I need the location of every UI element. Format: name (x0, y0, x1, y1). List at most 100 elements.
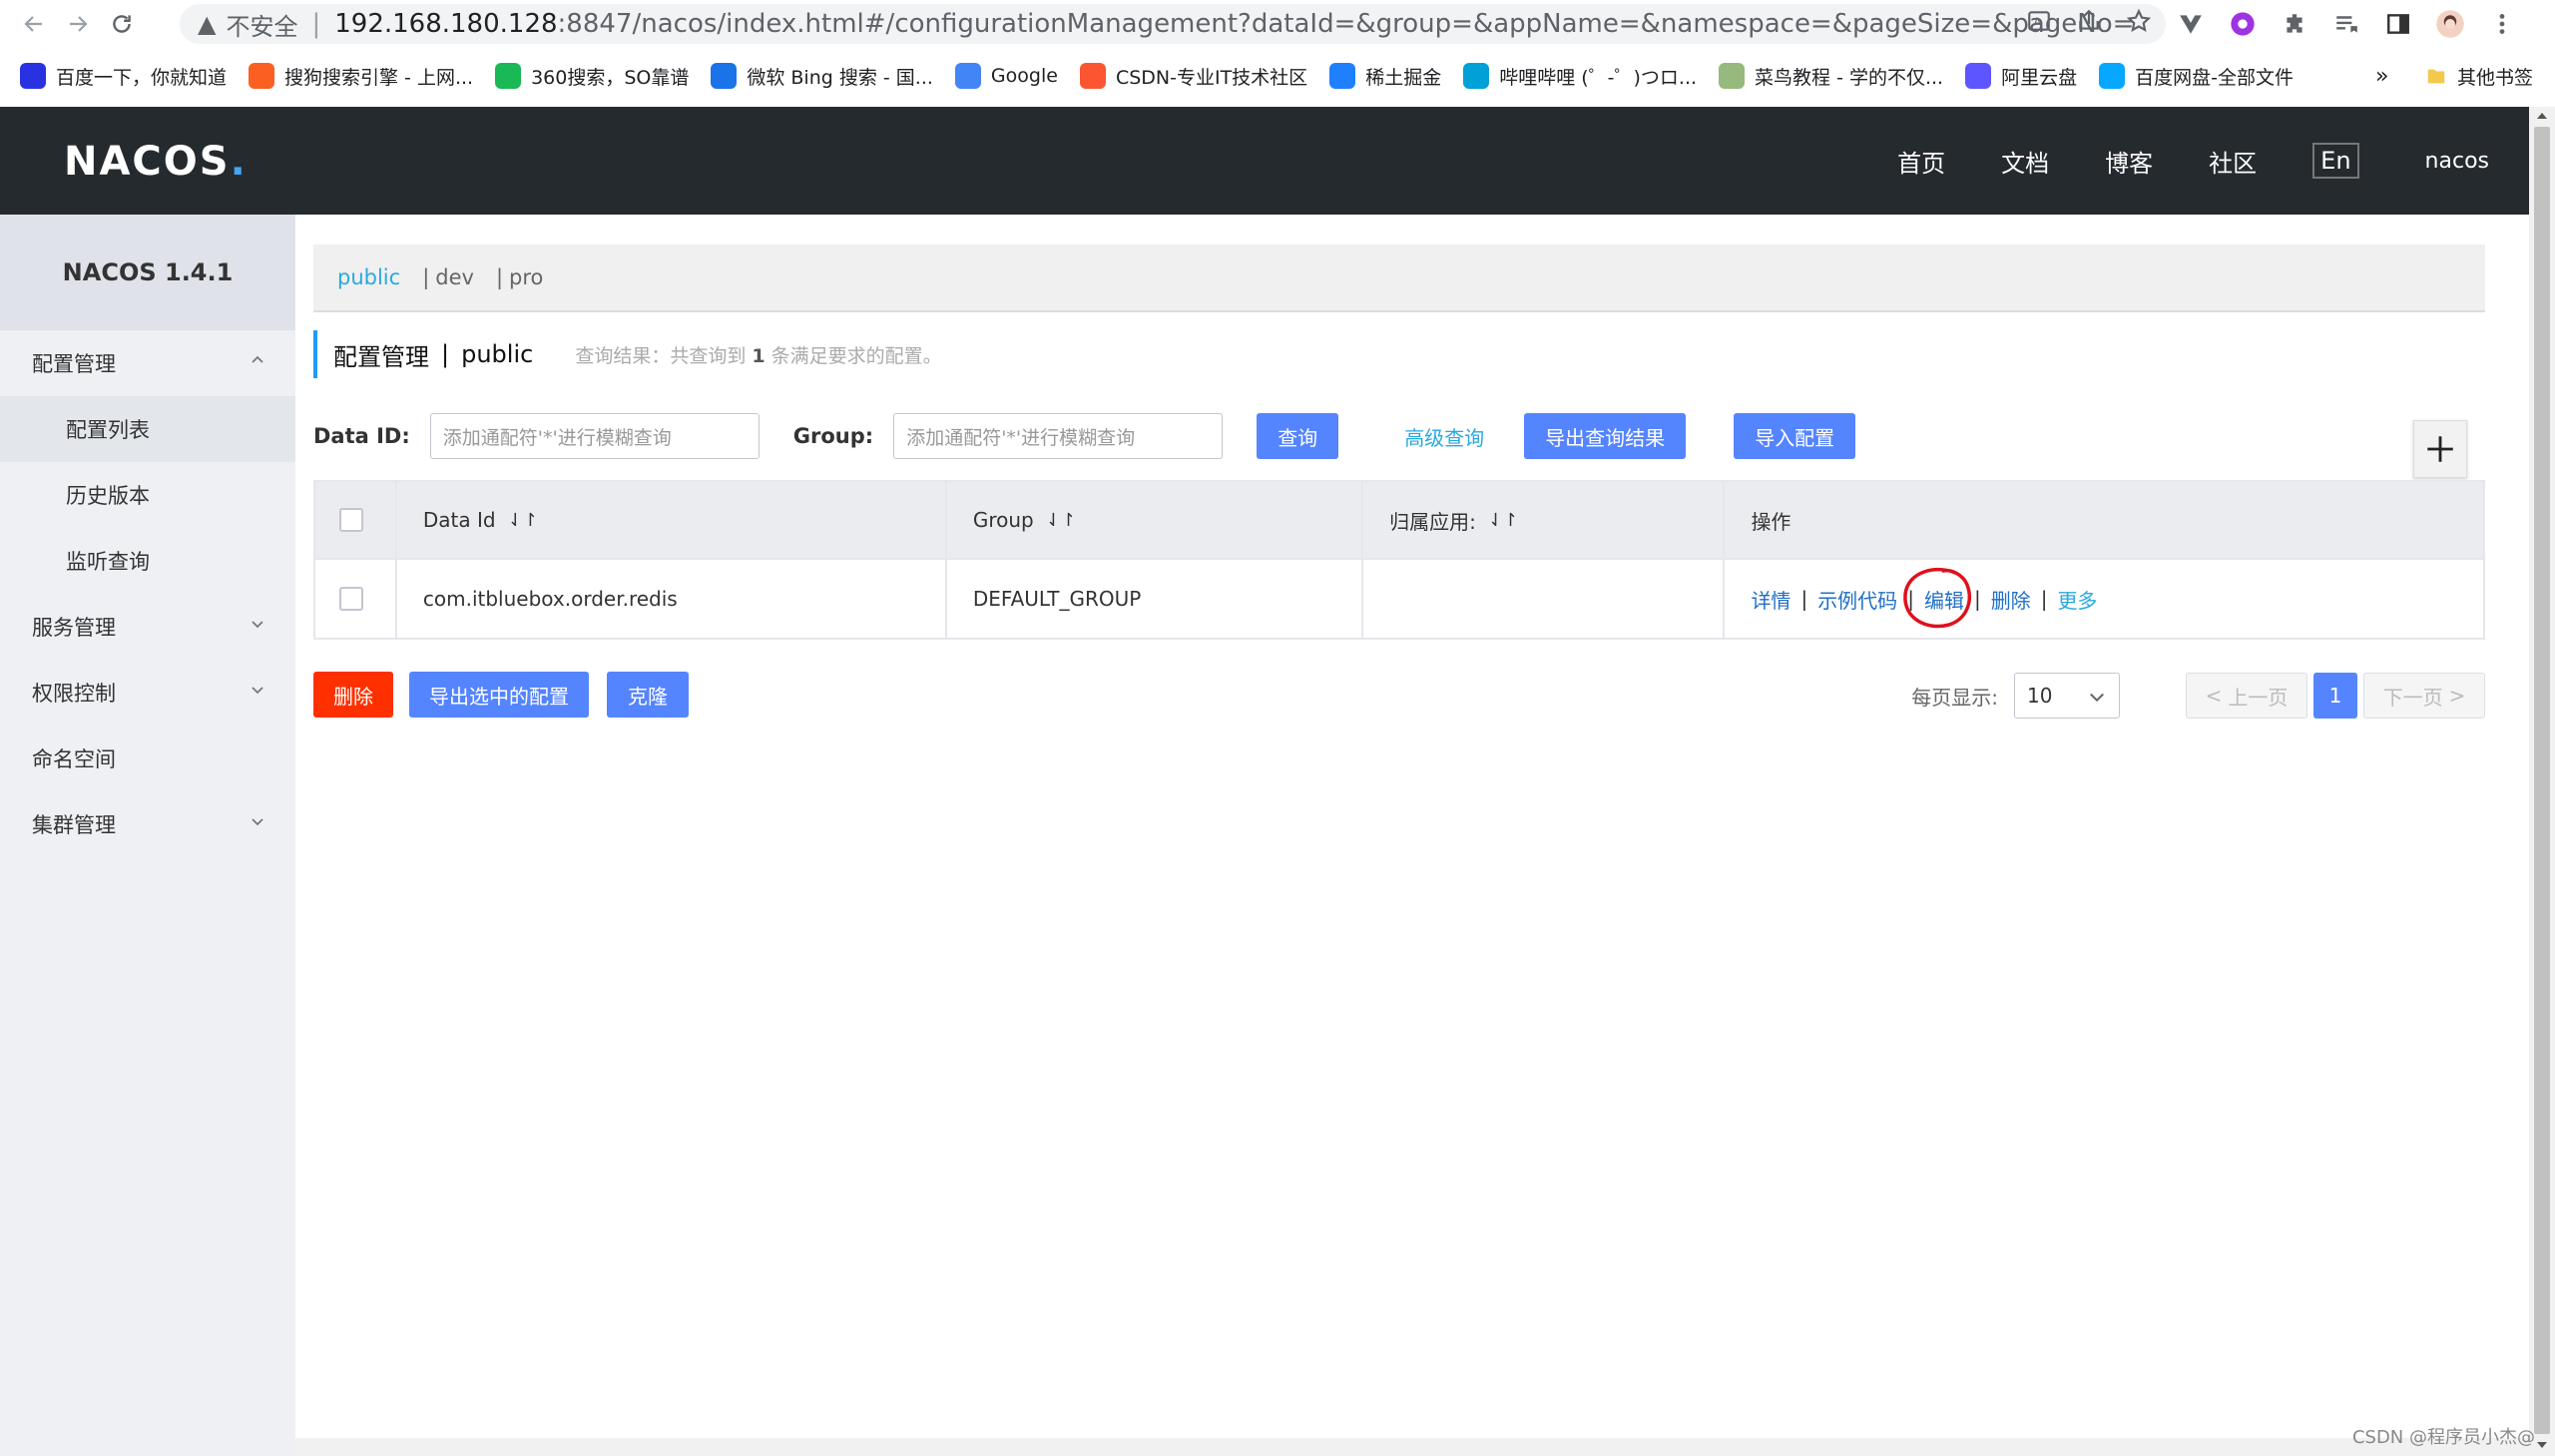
query-button[interactable]: 查询 (1257, 413, 1339, 459)
group-label: Group: (792, 424, 874, 448)
sort-icon[interactable]: ⇃↾ (1046, 510, 1076, 531)
csdn-icon (1079, 63, 1106, 89)
bookmark-item[interactable]: 微软 Bing 搜索 - 国... (711, 63, 933, 90)
clone-button[interactable]: 克隆 (607, 672, 689, 718)
nav-community[interactable]: 社区 (2209, 144, 2257, 179)
chevron-left-icon: < (2205, 684, 2223, 708)
next-page-button[interactable]: 下一页 > (2363, 673, 2485, 719)
main-content: public | dev | pro 配置管理 | public 查询结果：共查询到… (313, 244, 2485, 719)
group-input[interactable]: 添加通配符'*'进行模糊查询 (893, 413, 1224, 459)
vertical-scrollbar[interactable] (2529, 107, 2555, 1456)
baidu-icon (20, 63, 46, 89)
sort-icon[interactable]: ⇃↾ (508, 510, 538, 531)
config-table: Data Id ⇃↾ Group ⇃↾ 归属应用: ⇃↾ 操作 com.itblueb… (313, 480, 2485, 640)
url-text: 192.168.180.128:8847/nacos/index.html#/c… (334, 9, 2135, 39)
arrow-left-icon (24, 16, 42, 32)
page-size-select[interactable]: 10 (2014, 673, 2120, 719)
juejin-icon (1329, 63, 1356, 89)
plus-icon (2427, 436, 2453, 462)
side-panel-icon[interactable] (2383, 9, 2413, 39)
sidebar-item-namespace[interactable]: 命名空间 (0, 726, 295, 791)
namespace-tab-pro[interactable]: | pro (496, 265, 543, 289)
chevron-down-icon (2090, 693, 2104, 703)
bookmark-item[interactable]: 菜鸟教程 - 学的不仅... (1719, 63, 1943, 90)
table-header: Data Id ⇃↾ Group ⇃↾ 归属应用: ⇃↾ 操作 (315, 482, 2483, 560)
export-selected-button[interactable]: 导出选中的配置 (409, 672, 589, 718)
add-config-button[interactable] (2413, 420, 2467, 478)
sort-icon[interactable]: ⇃↾ (1488, 510, 1518, 531)
other-bookmarks-folder[interactable]: 其他书签 (2425, 52, 2533, 100)
horizontal-scrollbar[interactable] (295, 1438, 2529, 1456)
namespace-tab-dev[interactable]: | dev (422, 265, 474, 289)
bookmarks-bar: 百度一下，你就知道 搜狗搜索引擎 - 上网... 360搜索，SO靠谱 微软 Bing… (0, 52, 2555, 100)
runoob-icon (1719, 63, 1746, 89)
delete-selected-button[interactable]: 删除 (313, 672, 393, 718)
back-button[interactable] (14, 4, 54, 44)
sidebar-title: NACOS 1.4.1 (0, 215, 295, 330)
select-all-checkbox[interactable] (339, 508, 363, 532)
nav-home[interactable]: 首页 (1897, 144, 1945, 179)
bookmark-item[interactable]: 搜狗搜索引擎 - 上网... (249, 63, 473, 90)
translate-icon[interactable]: A (2026, 8, 2052, 34)
page-number-current[interactable]: 1 (2313, 673, 2357, 719)
menu-dots-icon[interactable] (2487, 9, 2517, 39)
browser-toolbar: ▲ 不安全 | 192.168.180.128:8847/nacos/index… (0, 0, 2555, 48)
bookmark-item[interactable]: 360搜索，SO靠谱 (495, 63, 689, 90)
table-footer: 删除 导出选中的配置 克隆 每页显示: 10 < 上一页 1 下一页 > (313, 672, 2485, 720)
user-menu[interactable]: nacos (2425, 149, 2489, 174)
export-result-button[interactable]: 导出查询结果 (1524, 413, 1687, 459)
sidebar-item-config-list[interactable]: 配置列表 (0, 396, 295, 462)
puzzle-icon[interactable] (2280, 9, 2309, 39)
sidebar-item-history[interactable]: 历史版本 (0, 462, 295, 528)
star-icon[interactable] (2126, 8, 2152, 34)
chevron-right-icon: > (2448, 684, 2466, 708)
bookmark-item[interactable]: 百度网盘-全部文件 (2099, 63, 2294, 90)
column-header-app[interactable]: 归属应用: ⇃↾ (1363, 482, 1726, 558)
google-icon (954, 63, 981, 89)
namespace-tab-public[interactable]: public (337, 265, 400, 289)
sidebar-group-cluster[interactable]: 集群管理 (0, 791, 295, 857)
column-header-group[interactable]: Group ⇃↾ (947, 482, 1364, 558)
insecure-label: 不安全 (226, 12, 298, 41)
sidebar-group-config[interactable]: 配置管理 (0, 330, 295, 396)
bookmark-item[interactable]: 阿里云盘 (1965, 63, 2077, 90)
more-link[interactable]: 更多 (2057, 585, 2097, 614)
sidebar-group-auth[interactable]: 权限控制 (0, 660, 295, 726)
row-checkbox[interactable] (339, 587, 363, 611)
nav-docs[interactable]: 文档 (2001, 144, 2049, 179)
sidebar-item-listener[interactable]: 监听查询 (0, 528, 295, 594)
extension-purple-icon[interactable] (2228, 9, 2258, 39)
forward-button[interactable] (58, 4, 98, 44)
import-config-button[interactable]: 导入配置 (1734, 413, 1856, 459)
avatar[interactable] (2435, 9, 2465, 39)
address-bar[interactable]: ▲ 不安全 | 192.168.180.128:8847/nacos/index… (180, 4, 2166, 44)
cell-dataid: com.itbluebox.order.redis (397, 560, 947, 638)
cell-app (1363, 560, 1726, 638)
aliyun-drive-icon (1965, 63, 1992, 89)
bookmark-item[interactable]: 哔哩哔哩 (゜-゜)つロ... (1463, 63, 1697, 90)
advanced-query-link[interactable]: 高级查询 (1404, 422, 1484, 451)
more-bookmarks-button[interactable]: » (2375, 52, 2388, 100)
bookmark-item[interactable]: CSDN-专业IT技术社区 (1079, 63, 1307, 90)
column-header-dataid[interactable]: Data Id ⇃↾ (397, 482, 947, 558)
bookmark-item[interactable]: 百度一下，你就知道 (20, 63, 227, 90)
dataid-input[interactable]: 添加通配符'*'进行模糊查询 (429, 413, 760, 459)
chevron-down-icon (252, 621, 263, 629)
sidebar-group-service[interactable]: 服务管理 (0, 594, 295, 660)
sample-code-link[interactable]: 示例代码 (1817, 585, 1897, 614)
delete-link[interactable]: 删除 (1991, 585, 2031, 614)
reload-button[interactable] (102, 4, 142, 44)
bookmark-item[interactable]: 稀土掘金 (1329, 63, 1441, 90)
nav-blog[interactable]: 博客 (2105, 144, 2153, 179)
nacos-logo[interactable]: NACOS. (64, 139, 248, 185)
prev-page-button[interactable]: < 上一页 (2186, 673, 2307, 719)
vue-devtools-icon[interactable] (2176, 9, 2206, 39)
reading-list-icon[interactable] (2331, 9, 2361, 39)
detail-link[interactable]: 详情 (1751, 585, 1790, 614)
language-toggle-button[interactable]: En (2312, 143, 2359, 179)
share-icon[interactable] (2076, 8, 2102, 34)
annotation-circle (1903, 568, 1971, 629)
bookmark-item[interactable]: Google (954, 63, 1058, 89)
app-header: NACOS. 首页 文档 博客 社区 En nacos (0, 107, 2529, 215)
bing-icon (711, 63, 738, 89)
